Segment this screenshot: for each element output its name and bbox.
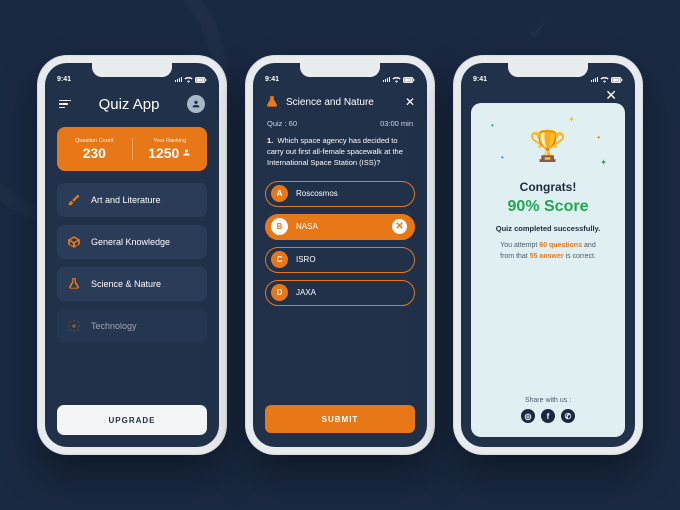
flask-icon (265, 95, 279, 109)
category-art[interactable]: Art and Literature (57, 183, 207, 217)
submit-button[interactable]: SUBMIT (265, 405, 415, 433)
option-letter: C (271, 251, 288, 268)
wifi-icon (392, 76, 401, 83)
quiz-timer: 03:00 min (380, 119, 413, 128)
share-phone-icon[interactable]: ✆ (561, 409, 575, 423)
score-value: 90% Score (508, 198, 589, 216)
brush-icon (67, 193, 81, 207)
battery-icon (611, 77, 623, 83)
congrats-title: Congrats! (520, 180, 577, 194)
share-instagram-icon[interactable]: ◎ (521, 409, 535, 423)
quiz-category-title: Science and Nature (286, 97, 398, 108)
option-b[interactable]: B NASA ✕ (265, 214, 415, 240)
category-label: Science & Nature (91, 279, 161, 289)
question-text: Which space agency has decided to carry … (267, 136, 403, 167)
question-count-label: Question Count (75, 138, 113, 144)
menu-icon[interactable] (59, 100, 71, 109)
option-letter: A (271, 185, 288, 202)
share-facebook-icon[interactable]: f (541, 409, 555, 423)
option-label: Roscosmos (296, 189, 338, 198)
rank-icon (182, 148, 191, 157)
clear-selection-icon[interactable]: ✕ (392, 219, 407, 234)
category-label: General Knowledge (91, 237, 170, 247)
category-label: Art and Literature (91, 195, 161, 205)
category-science[interactable]: Science & Nature (57, 267, 207, 301)
option-label: ISRO (296, 255, 316, 264)
option-c[interactable]: C ISRO (265, 247, 415, 273)
status-time: 9:41 (473, 76, 487, 83)
option-d[interactable]: D JAXA (265, 280, 415, 306)
phone-result: 9:41 ✕ • • • ✦ ✦ 🏆 Congrats! 90% Score Q… (453, 55, 643, 455)
category-label: Technology (91, 321, 137, 331)
phone-quiz: 9:41 Science and Nature ✕ Quiz : 60 03:0… (245, 55, 435, 455)
app-title: Quiz App (99, 96, 160, 113)
category-general[interactable]: General Knowledge (57, 225, 207, 259)
dice-icon (67, 235, 81, 249)
option-label: JAXA (296, 288, 316, 297)
category-technology[interactable]: Technology (57, 309, 207, 343)
quiz-count: Quiz : 60 (267, 119, 297, 128)
signal-icon (591, 77, 599, 82)
wifi-icon (184, 76, 193, 83)
status-time: 9:41 (57, 76, 71, 83)
close-icon[interactable]: ✕ (405, 95, 415, 109)
option-letter: D (271, 284, 288, 301)
question-block: 1. Which space agency has decided to car… (253, 134, 427, 177)
upgrade-button[interactable]: UPGRADE (57, 405, 207, 435)
profile-avatar[interactable] (187, 95, 205, 113)
option-label: NASA (296, 222, 318, 231)
signal-icon (383, 77, 391, 82)
phone-home: 9:41 Quiz App Question Count 230 Your Ra… (37, 55, 227, 455)
battery-icon (195, 77, 207, 83)
close-icon[interactable]: ✕ (605, 87, 617, 104)
share-label: Share with us : (525, 397, 571, 404)
signal-icon (175, 77, 183, 82)
option-a[interactable]: A Roscosmos (265, 181, 415, 207)
result-card: • • • ✦ ✦ 🏆 Congrats! 90% Score Quiz com… (471, 103, 625, 437)
stats-card: Question Count 230 Your Ranking 1250 (57, 127, 207, 171)
battery-icon (403, 77, 415, 83)
completion-text: Quiz completed successfully. (496, 224, 600, 233)
ranking-value: 1250 (148, 145, 179, 161)
tech-icon (67, 319, 81, 333)
flask-icon (67, 277, 81, 291)
ranking-label: Your Ranking (153, 138, 186, 144)
option-letter: B (271, 218, 288, 235)
question-count-value: 230 (83, 145, 106, 161)
result-detail: You attempt 60 questions and from that 5… (500, 241, 596, 262)
status-time: 9:41 (265, 76, 279, 83)
question-number: 1. (267, 136, 273, 145)
wifi-icon (600, 76, 609, 83)
trophy-icon: 🏆 (529, 129, 566, 164)
